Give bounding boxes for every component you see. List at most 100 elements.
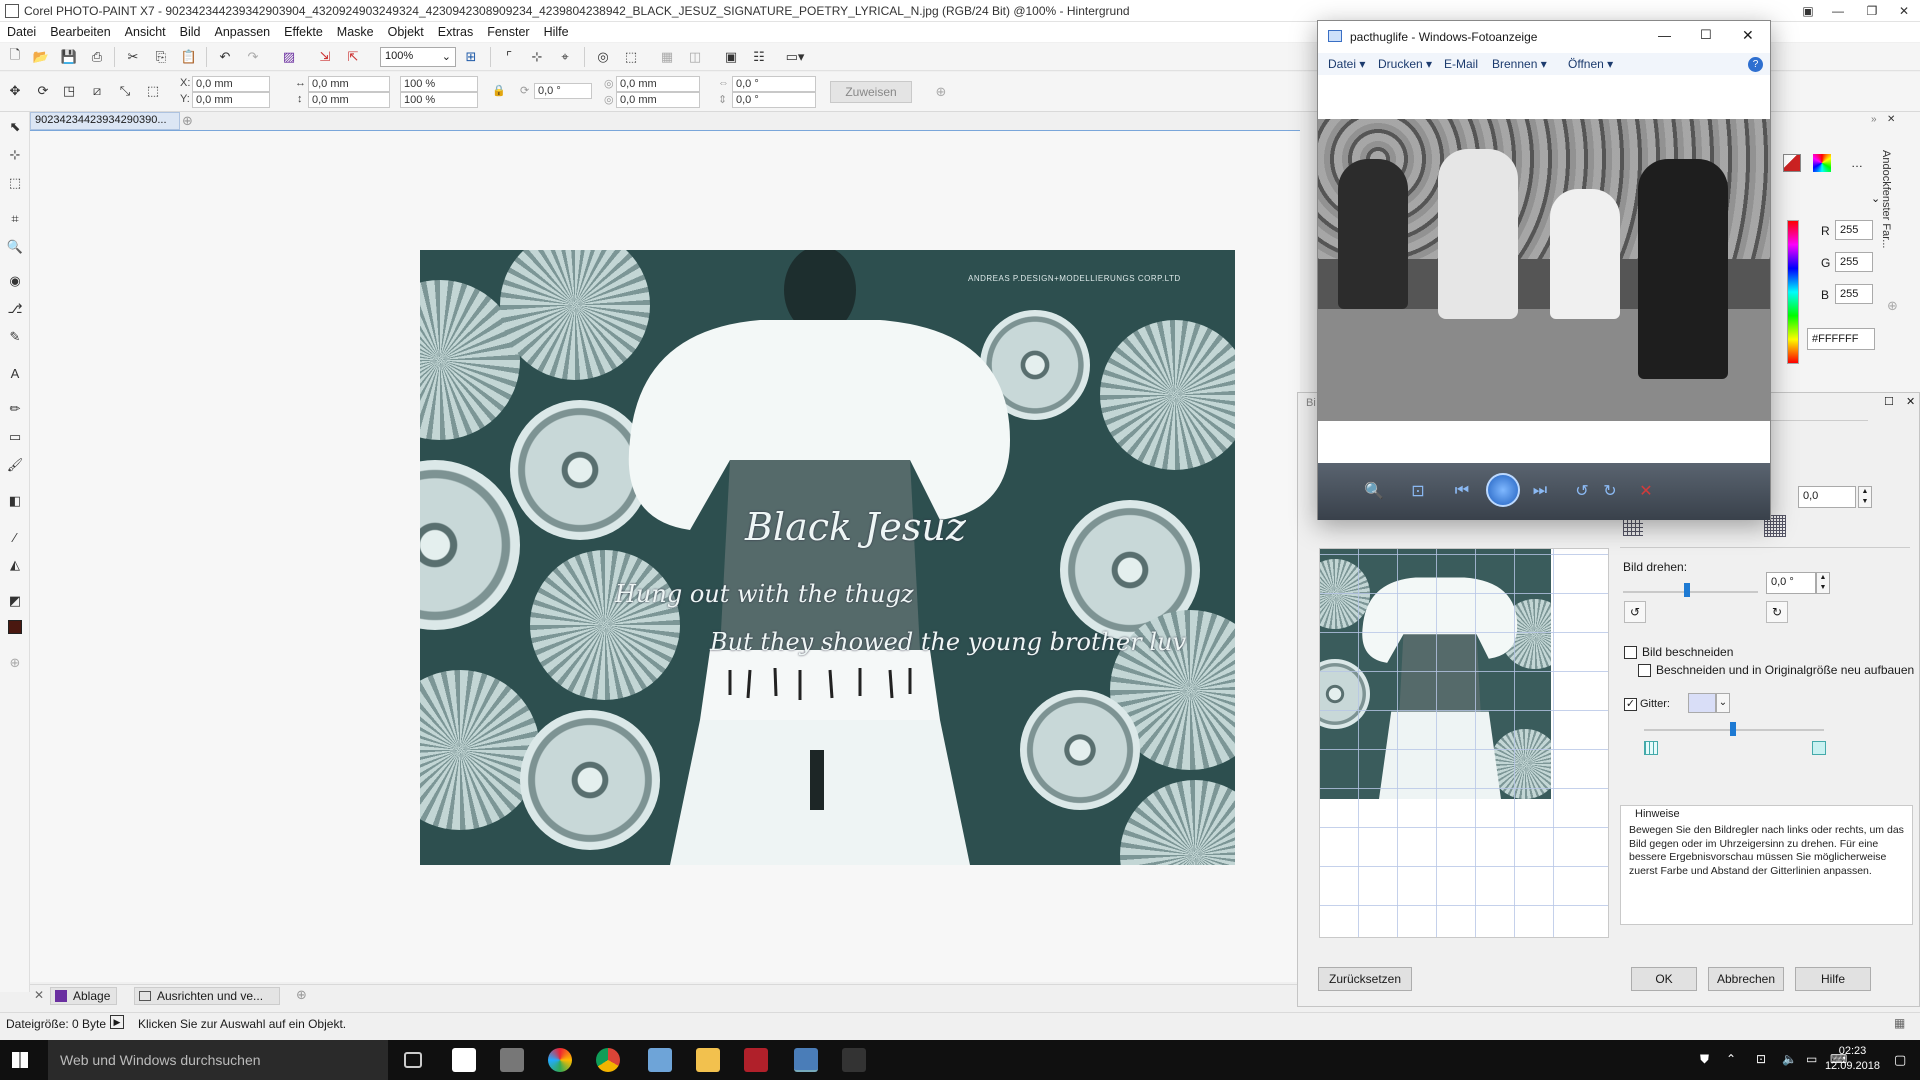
x-position-field[interactable]: 0,0 mm xyxy=(192,76,270,92)
brush-tool-icon[interactable]: ✎ xyxy=(4,326,26,348)
new-tab-icon[interactable]: ⊕ xyxy=(182,113,193,129)
close-docker-icon[interactable]: ✕ xyxy=(34,988,44,1002)
export-icon[interactable]: ⇱ xyxy=(342,46,364,68)
color-model-icon[interactable] xyxy=(1783,154,1801,172)
terminal-icon[interactable] xyxy=(842,1048,866,1072)
grid-sparse-icon[interactable] xyxy=(1812,741,1826,755)
folder-icon[interactable] xyxy=(696,1048,720,1072)
transform-tool-icon[interactable]: ⊹ xyxy=(4,144,26,166)
chrome-icon[interactable] xyxy=(596,1048,620,1072)
spin-value-field[interactable]: 0,0 xyxy=(1798,486,1856,508)
chevron-down-icon[interactable]: ⌄ xyxy=(1871,192,1880,205)
rotate-left-icon[interactable]: ↺ xyxy=(1624,601,1646,623)
hue-slider[interactable] xyxy=(1787,220,1799,364)
pv-menu-brennen[interactable]: Brennen ▾ xyxy=(1492,57,1547,71)
add-color-icon[interactable]: ⊕ xyxy=(1887,298,1898,314)
options-icon[interactable]: ☷ xyxy=(748,46,770,68)
cancel-button[interactable]: Abbrechen xyxy=(1708,967,1784,991)
fill-tool-icon[interactable]: ◭ xyxy=(4,554,26,576)
zoom-icon[interactable]: 🔍 xyxy=(1362,479,1386,503)
menu-objekt[interactable]: Objekt xyxy=(381,25,431,39)
grid-color-swatch[interactable] xyxy=(1688,693,1716,713)
explorer-icon[interactable] xyxy=(500,1048,524,1072)
spin-arrows[interactable]: ▲ ▼ xyxy=(1858,486,1872,508)
tray-people-icon[interactable]: ⛊ xyxy=(1700,1052,1709,1067)
menu-fenster[interactable]: Fenster xyxy=(480,25,536,39)
copy-icon[interactable]: ⎘ xyxy=(150,46,172,68)
actual-size-icon[interactable]: ⊡ xyxy=(1406,479,1430,503)
position-mode-icon[interactable]: ✥ xyxy=(4,80,26,102)
docker-tab-ablage[interactable]: Ablage xyxy=(50,987,118,1005)
chevron-down-icon[interactable]: ⌄ xyxy=(1716,693,1730,713)
menu-ansicht[interactable]: Ansicht xyxy=(118,25,173,39)
shape-tool-icon[interactable]: ▭ xyxy=(4,426,26,448)
add-tool-icon[interactable]: ⊕ xyxy=(4,652,26,674)
guidelines-icon[interactable]: ⌖ xyxy=(554,46,576,68)
pv-menu-drucken[interactable]: Drucken ▾ xyxy=(1378,57,1432,71)
pv-menu-oeffnen[interactable]: Öffnen ▾ xyxy=(1568,57,1613,71)
minimize-button[interactable]: — xyxy=(1658,28,1671,43)
menu-datei[interactable]: Datei xyxy=(0,25,43,39)
distort-mode-icon[interactable]: ⤡ xyxy=(114,80,136,102)
add-toolbar-icon[interactable]: ⊕ xyxy=(930,81,952,103)
rotate-right-icon[interactable]: ↻ xyxy=(1766,601,1788,623)
effect-tool-icon[interactable]: 🖌 xyxy=(4,454,26,476)
clone-tool-icon[interactable]: ⎇ xyxy=(4,298,26,320)
maximize-button[interactable]: ☐ xyxy=(1700,27,1712,43)
user-icon[interactable]: ▣ xyxy=(1794,0,1822,22)
save-icon[interactable]: 💾 xyxy=(58,46,80,68)
notifications-icon[interactable]: ▢ xyxy=(1894,1052,1906,1068)
crop-tool-icon[interactable]: ⌗ xyxy=(4,208,26,230)
windows-start-icon[interactable] xyxy=(12,1052,28,1068)
slideshow-button[interactable] xyxy=(1486,473,1520,507)
rulers-icon[interactable]: ⌜ xyxy=(498,46,520,68)
eyedropper-tool-icon[interactable]: ⁄ xyxy=(4,526,26,548)
skew-vertical-field[interactable]: 0,0 ° xyxy=(732,92,816,108)
image-size-icon[interactable]: ▣ xyxy=(720,46,742,68)
color-settings-icon[interactable]: ▦ xyxy=(1894,1016,1905,1030)
main-image[interactable]: ANDREAS P.DESIGN+MODELLIERUNGS CORP.LTD … xyxy=(420,250,1235,865)
picasa-icon[interactable] xyxy=(548,1048,572,1072)
more-options-icon[interactable]: … xyxy=(1851,156,1863,170)
document-tab[interactable]: 90234234423934290390... xyxy=(30,112,180,130)
scale-height-field[interactable]: 100 % xyxy=(400,92,478,108)
corel-connect-icon[interactable]: ▨ xyxy=(278,46,300,68)
taskbar-search[interactable]: Web und Windows durchsuchen xyxy=(48,1040,388,1080)
scale-mode-icon[interactable]: ◳ xyxy=(58,80,80,102)
docker-collapse-icon[interactable]: » xyxy=(1871,114,1877,125)
photo-app-icon[interactable] xyxy=(648,1048,672,1072)
color-palette-icon[interactable] xyxy=(1813,154,1831,172)
new-document-icon[interactable]: 🗋 xyxy=(4,46,26,68)
maximize-button[interactable]: ☐ xyxy=(1884,395,1894,408)
close-button[interactable]: ✕ xyxy=(1742,27,1754,44)
print-icon[interactable]: ⎙ xyxy=(86,46,108,68)
crop-checkbox[interactable] xyxy=(1624,646,1637,659)
foreground-color-swatch[interactable] xyxy=(8,620,22,634)
spin-arrows[interactable]: ▲ ▼ xyxy=(1816,572,1830,594)
rotate-counterclockwise-icon[interactable]: ↺ xyxy=(1570,479,1594,503)
minimize-button[interactable]: — xyxy=(1824,0,1852,22)
pick-tool-icon[interactable]: ⬉ xyxy=(4,116,26,138)
paste-icon[interactable]: 📋 xyxy=(178,46,200,68)
grid-checkbox[interactable]: ✓ xyxy=(1624,698,1637,711)
crop-resize-checkbox[interactable] xyxy=(1638,664,1651,677)
tray-network-icon[interactable]: ⊡ xyxy=(1756,1052,1766,1066)
previous-icon[interactable]: ⏮ xyxy=(1450,479,1474,503)
photo-viewer-image[interactable] xyxy=(1318,119,1770,421)
menu-bild[interactable]: Bild xyxy=(173,25,208,39)
skew-mode-icon[interactable]: ⧄ xyxy=(86,80,108,102)
paint-tool-icon[interactable]: ✏ xyxy=(4,398,26,420)
width-field[interactable]: 0,0 mm xyxy=(308,76,390,92)
grid-icon[interactable]: ⊹ xyxy=(526,46,548,68)
add-docker-icon[interactable]: ⊕ xyxy=(296,987,307,1003)
app-launcher-icon[interactable]: ▭▾ xyxy=(784,46,806,68)
redo-icon[interactable]: ↷ xyxy=(242,46,264,68)
hex-value-field[interactable]: #FFFFFF xyxy=(1807,328,1875,350)
object-marquee-icon[interactable]: ▦ xyxy=(656,46,678,68)
color-swap-icon[interactable]: ◩ xyxy=(4,590,26,612)
help-icon[interactable]: ? xyxy=(1748,57,1763,72)
rotate-mode-icon[interactable]: ⟳ xyxy=(32,80,54,102)
task-view-icon[interactable] xyxy=(404,1052,422,1068)
tray-chevron-icon[interactable]: ⌃ xyxy=(1726,1052,1736,1066)
reset-button[interactable]: Zurücksetzen xyxy=(1318,967,1412,991)
